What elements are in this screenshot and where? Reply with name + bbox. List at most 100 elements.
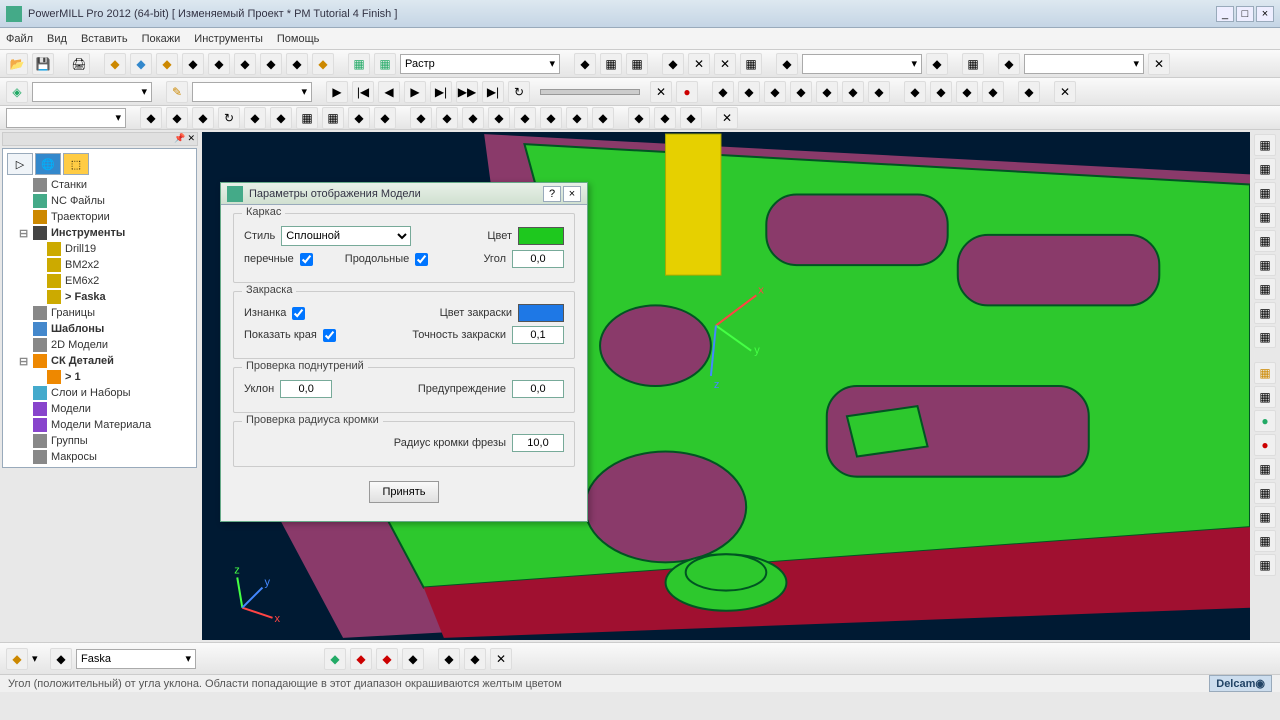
accuracy-input[interactable] — [512, 326, 564, 344]
dialog-close-button[interactable]: × — [563, 186, 581, 202]
ffwd-icon[interactable]: ▶▶ — [456, 81, 478, 103]
rt-icon-11[interactable]: ▦ — [1254, 386, 1276, 408]
tb2-icon-11[interactable]: ◆ — [738, 81, 760, 103]
tb3-icon-8[interactable]: ▦ — [322, 107, 344, 129]
tb-icon-2[interactable]: ◆ — [130, 53, 152, 75]
accept-button[interactable]: Принять — [369, 481, 439, 503]
tb2-close[interactable]: ✕ — [650, 81, 672, 103]
slope-input[interactable] — [280, 380, 332, 398]
menu-file[interactable]: Файл — [6, 33, 33, 45]
tree-item[interactable]: Модели Материала — [19, 417, 194, 433]
rt-icon-7[interactable]: ▦ — [1254, 278, 1276, 300]
rt-icon-15[interactable]: ▦ — [1254, 482, 1276, 504]
tb2-icon-16[interactable]: ◆ — [868, 81, 890, 103]
record-icon[interactable]: ● — [676, 81, 698, 103]
rt-icon-17[interactable]: ▦ — [1254, 530, 1276, 552]
tb3-icon-2[interactable]: ◆ — [166, 107, 188, 129]
tb3-icon-19[interactable]: ◆ — [628, 107, 650, 129]
tb-icon-20[interactable]: ◆ — [926, 53, 948, 75]
tb2-icon-10[interactable]: ◆ — [712, 81, 734, 103]
cross-checkbox[interactable] — [300, 253, 313, 266]
rt-icon-14[interactable]: ▦ — [1254, 458, 1276, 480]
maximize-button[interactable]: □ — [1236, 6, 1254, 22]
rt-icon-10[interactable]: ▦ — [1254, 362, 1276, 384]
tb-icon-10[interactable]: ▦ — [348, 53, 370, 75]
tb-icon-8[interactable]: ◆ — [286, 53, 308, 75]
tb-icon-15[interactable]: ◆ — [662, 53, 684, 75]
tb-icon-4[interactable]: ◆ — [182, 53, 204, 75]
tb2-icon-19[interactable]: ◆ — [956, 81, 978, 103]
tb3-icon-17[interactable]: ◆ — [566, 107, 588, 129]
tb3-close[interactable]: ✕ — [716, 107, 738, 129]
panel-close-icon[interactable]: ✕ — [187, 133, 195, 145]
menu-tools[interactable]: Инструменты — [194, 33, 263, 45]
dropdown-4[interactable]: ▾ — [32, 82, 152, 102]
tree-item[interactable]: Модели — [19, 401, 194, 417]
tb2-icon-1[interactable]: ◈ — [6, 81, 28, 103]
rt-icon-6[interactable]: ▦ — [1254, 254, 1276, 276]
wireframe-color-swatch[interactable] — [518, 227, 564, 245]
menu-help[interactable]: Помощь — [277, 33, 320, 45]
rt-icon-4[interactable]: ▦ — [1254, 206, 1276, 228]
rt-icon-8[interactable]: ▦ — [1254, 302, 1276, 324]
step-fwd-icon[interactable]: ▶| — [430, 81, 452, 103]
loop-icon[interactable]: ↻ — [508, 81, 530, 103]
tb2-close-2[interactable]: ✕ — [1054, 81, 1076, 103]
tb-icon-12[interactable]: ◆ — [574, 53, 596, 75]
tb3-icon-11[interactable]: ◆ — [410, 107, 432, 129]
tree-item[interactable]: Drill19 — [33, 241, 194, 257]
bt-icon-7[interactable]: ◆ — [438, 648, 460, 670]
tree-item[interactable]: Макросы — [19, 449, 194, 465]
tb2-icon-12[interactable]: ◆ — [764, 81, 786, 103]
tb-icon-16[interactable]: ✕ — [688, 53, 710, 75]
tree-item[interactable]: BM2x2 — [33, 257, 194, 273]
play-icon[interactable]: ▶ — [404, 81, 426, 103]
angle-input[interactable] — [512, 250, 564, 268]
tb-icon-14[interactable]: ▦ — [626, 53, 648, 75]
tb2-icon-14[interactable]: ◆ — [816, 81, 838, 103]
tree-item[interactable]: NC Файлы — [19, 193, 194, 209]
tb3-icon-5[interactable]: ◆ — [244, 107, 266, 129]
rt-icon-3[interactable]: ▦ — [1254, 182, 1276, 204]
tb-icon-6[interactable]: ◆ — [234, 53, 256, 75]
tree-tab-3[interactable]: ⬚ — [63, 153, 89, 175]
tb3-icon-15[interactable]: ◆ — [514, 107, 536, 129]
tb3-icon-3[interactable]: ◆ — [192, 107, 214, 129]
tb3-icon-13[interactable]: ◆ — [462, 107, 484, 129]
tb3-icon-12[interactable]: ◆ — [436, 107, 458, 129]
tb-icon-9[interactable]: ◆ — [312, 53, 334, 75]
tb-icon-7[interactable]: ◆ — [260, 53, 282, 75]
dropdown-5[interactable]: ▾ — [192, 82, 312, 102]
save-icon[interactable]: 💾 — [32, 53, 54, 75]
warn-input[interactable] — [512, 380, 564, 398]
tb-icon-18[interactable]: ▦ — [740, 53, 762, 75]
tree-item[interactable]: Группы — [19, 433, 194, 449]
progress-slider[interactable] — [540, 89, 640, 95]
tb2-icon-2[interactable]: ✎ — [166, 81, 188, 103]
close-button[interactable]: × — [1256, 6, 1274, 22]
step-back-icon[interactable]: ◀ — [378, 81, 400, 103]
bt-icon-3[interactable]: ◆ — [324, 648, 346, 670]
tb3-icon-16[interactable]: ◆ — [540, 107, 562, 129]
bt-close-icon[interactable]: ✕ — [490, 648, 512, 670]
skip-end-icon[interactable]: ▶| — [482, 81, 504, 103]
tb3-icon-20[interactable]: ◆ — [654, 107, 676, 129]
tree-item[interactable]: EM6x2 — [33, 273, 194, 289]
strategy-dropdown[interactable]: Растр▾ — [400, 54, 560, 74]
tb3-icon-7[interactable]: ▦ — [296, 107, 318, 129]
tree-item[interactable]: > Faska — [33, 289, 194, 305]
rt-icon-5[interactable]: ▦ — [1254, 230, 1276, 252]
tb3-icon-1[interactable]: ◆ — [140, 107, 162, 129]
style-select[interactable]: Сплошной — [281, 226, 411, 246]
tool-dropdown[interactable]: Faska▾ — [76, 649, 196, 669]
tb-icon-17[interactable]: ✕ — [714, 53, 736, 75]
rt-icon-18[interactable]: ▦ — [1254, 554, 1276, 576]
fill-color-swatch[interactable] — [518, 304, 564, 322]
tb3-icon-14[interactable]: ◆ — [488, 107, 510, 129]
rt-icon-9[interactable]: ▦ — [1254, 326, 1276, 348]
tb3-icon-9[interactable]: ◆ — [348, 107, 370, 129]
tb2-icon-20[interactable]: ◆ — [982, 81, 1004, 103]
tb-icon-11[interactable]: ▦ — [374, 53, 396, 75]
tb-icon-5[interactable]: ◆ — [208, 53, 230, 75]
dropdown-2[interactable]: ▾ — [802, 54, 922, 74]
